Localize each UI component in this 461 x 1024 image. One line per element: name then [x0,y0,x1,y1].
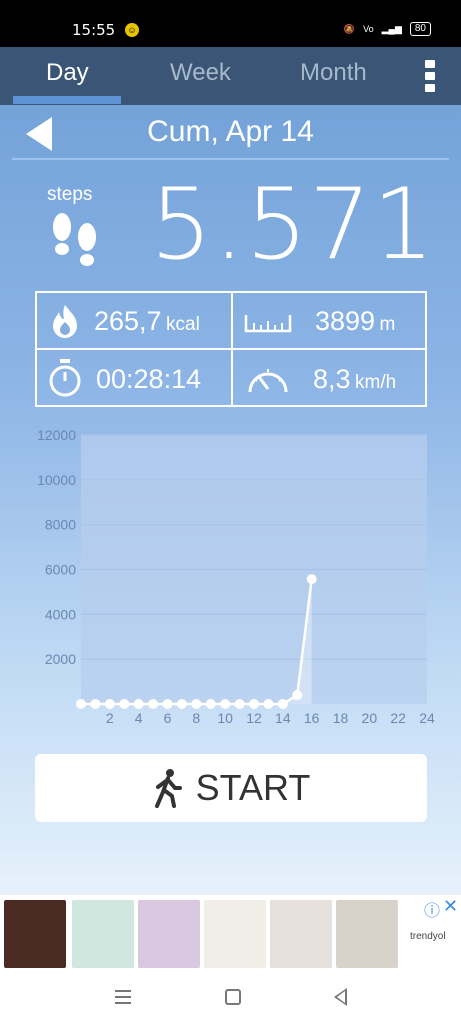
ad-banner[interactable]: ⓘ ✕ trendyol [0,895,461,975]
date-bar: Cum, Apr 14 [0,108,461,158]
system-nav-bar [0,975,461,1024]
tab-week[interactable]: Week [170,59,231,87]
distance-stat: 3899 m [315,306,395,337]
speed-value: 8,3 [313,364,351,394]
volte-icon: Vo [363,24,374,34]
stopwatch-icon [49,359,81,397]
chart-data-point [90,699,101,709]
duration-stat: 00:28:14 [96,364,201,395]
chart-data-point [249,699,259,709]
chart-data-point [176,699,187,709]
chart-x-tick-label: 20 [362,710,378,726]
steps-label: steps [47,184,93,205]
speedometer-icon [248,369,288,393]
chart-y-tick-label: 8000 [45,517,76,533]
chart-data-point [277,699,288,709]
chart-x-tick-label: 12 [246,710,262,726]
battery-icon: 80 [409,22,431,36]
ad-close-icon[interactable]: ✕ [443,896,458,917]
mute-icon: 🔕 [343,23,356,34]
status-icons: 🔕 Vo ▂▄▆ 80 [344,22,431,36]
ad-product-necklace[interactable] [270,900,332,968]
speed-stat: 8,3 km/h [313,364,396,395]
chart-data-point [234,699,245,709]
distance-value: 3899 [315,306,376,336]
chart-y-tick-label: 12000 [37,427,76,443]
chart-data-point [306,574,317,585]
chart-x-tick-label: 8 [192,710,200,726]
notification-icon: ☺ [125,23,139,37]
ruler-icon [244,315,292,333]
ad-info-icon[interactable]: ⓘ [424,897,440,921]
chart-data-point [119,699,130,709]
steps-chart: 200040006000800010000120002 4 6 8 10 12 14 16 18… [37,427,435,726]
chart-y-tick-label: 4000 [45,606,76,622]
overflow-menu-icon[interactable] [425,60,437,94]
flame-icon [53,305,77,338]
ad-product-handbag[interactable] [336,900,398,968]
stats-panel: 265,7 kcal 3899 m 00:28:14 8,3 km/h [35,291,427,407]
recent-apps-icon[interactable] [115,990,131,1008]
distance-unit: m [379,314,396,335]
calories-value: 265,7 [94,306,162,336]
chart-y-tick-label: 2000 [45,651,76,667]
back-icon-inner [337,991,345,1003]
chart-x-tick-label: 24 [419,710,435,726]
chart-data-point [162,699,173,709]
calories-unit: kcal [166,314,200,335]
duration-value: 00:28:14 [96,364,202,394]
chart-y-tick-label: 10000 [37,472,76,488]
chart-x-tick-label: 18 [333,710,349,726]
chart-x-tick-label: 14 [275,710,291,726]
ad-product-bracelet[interactable] [138,900,200,968]
chart-x-tick-label: 4 [135,710,143,726]
chart-data-point [76,699,86,709]
speed-unit: km/h [355,372,397,393]
steps-count: 5.571 [150,168,436,282]
active-tab-indicator [13,96,121,104]
chart-data-point [220,699,231,709]
chart-x-tick-label: 2 [106,710,114,726]
status-time: 15:55 [72,21,116,39]
chart-data-point [104,699,115,709]
divider [37,348,425,350]
ad-product-jewelry[interactable] [72,900,134,968]
current-date: Cum, Apr 14 [147,115,314,148]
ad-product-chain[interactable] [204,900,266,968]
chart-data-point [133,699,144,709]
home-icon[interactable] [225,989,241,1005]
ad-brand: trendyol [410,931,446,942]
ad-product-bag[interactable] [4,900,66,968]
walking-person-icon [154,769,182,808]
chart-data-point [263,699,274,709]
signal-icon: ▂▄▆ [381,23,402,34]
chart-x-tick-label: 22 [390,710,406,726]
tab-month[interactable]: Month [300,59,367,87]
tab-day[interactable]: Day [46,59,89,87]
start-button[interactable]: START [35,754,427,822]
chart-x-tick-label: 16 [304,710,320,726]
chart-data-point [292,690,303,701]
start-button-label: START [195,767,311,808]
chart-data-point [191,699,202,709]
chart-x-tick-label: 10 [217,710,233,726]
calories-stat: 265,7 kcal [94,306,200,337]
chart-x-tick-label: 6 [164,710,172,726]
chart-data-point [205,699,216,709]
status-bar: 15:55 ☺ 🔕 Vo ▂▄▆ 80 [0,0,461,47]
footprints-icon [53,213,96,266]
chart-y-tick-label: 6000 [45,562,76,578]
chart-data-point [148,699,159,709]
divider [12,158,449,160]
